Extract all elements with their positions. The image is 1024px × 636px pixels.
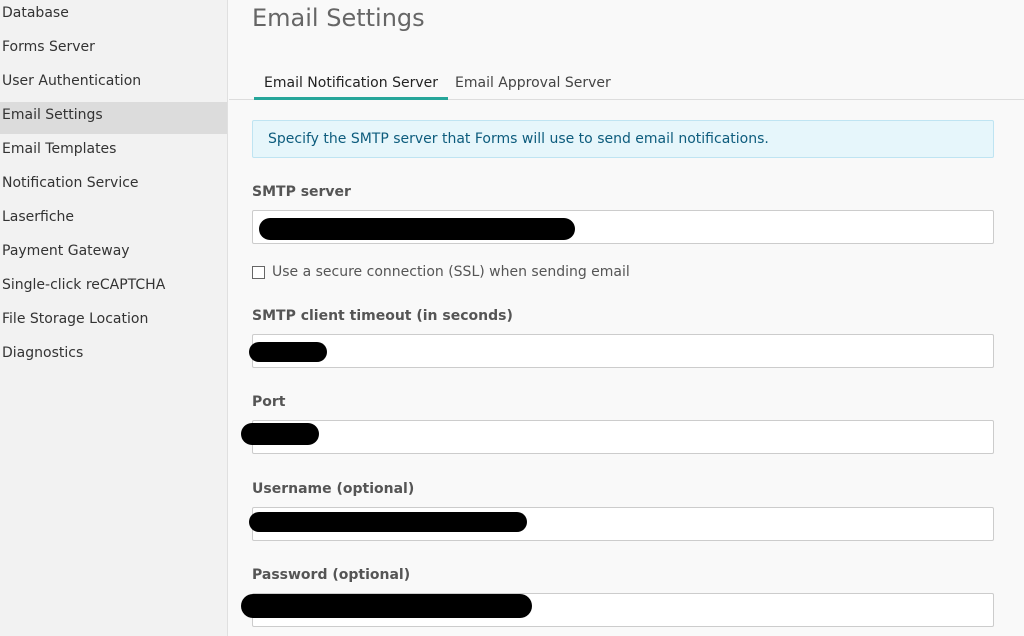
info-message: Specify the SMTP server that Forms will … [252,120,994,158]
port-label: Port [252,394,286,410]
sidebar-item-database[interactable]: Database [0,0,227,32]
redaction-mark [241,594,532,618]
sidebar-item-forms-server[interactable]: Forms Server [0,34,227,66]
password-label: Password (optional) [252,567,411,583]
ssl-checkbox[interactable] [252,265,265,279]
tab-bar: Email Notification Server Email Approval… [229,68,1024,100]
redaction-mark [259,218,575,240]
sidebar-item-notification-service[interactable]: Notification Service [0,170,227,202]
sidebar-item-file-storage-location[interactable]: File Storage Location [0,306,227,338]
redaction-mark [241,423,319,445]
sidebar-item-user-authentication[interactable]: User Authentication [0,68,227,100]
page-title: Email Settings [252,4,425,32]
settings-sidebar: Database Forms Server User Authenticatio… [0,0,228,636]
tab-email-notification-server[interactable]: Email Notification Server [254,75,448,100]
sidebar-item-email-settings[interactable]: Email Settings [0,102,227,134]
main-content: Email Settings Email Notification Server… [229,0,1024,636]
redaction-mark [249,342,327,362]
sidebar-item-laserfiche[interactable]: Laserfiche [0,204,227,236]
sidebar-item-payment-gateway[interactable]: Payment Gateway [0,238,227,270]
ssl-option[interactable]: Use a secure connection (SSL) when sendi… [252,263,630,281]
port-input[interactable] [252,420,994,454]
smtp-server-label: SMTP server [252,184,351,200]
tab-email-approval-server[interactable]: Email Approval Server [445,75,621,100]
ssl-checkbox-label: Use a secure connection (SSL) when sendi… [272,264,630,280]
timeout-label: SMTP client timeout (in seconds) [252,308,513,324]
sidebar-item-email-templates[interactable]: Email Templates [0,136,227,168]
redaction-mark [249,512,527,532]
sidebar-item-recaptcha[interactable]: Single-click reCAPTCHA [0,272,227,304]
timeout-input[interactable] [252,334,994,368]
sidebar-item-diagnostics[interactable]: Diagnostics [0,340,227,372]
username-label: Username (optional) [252,481,415,497]
